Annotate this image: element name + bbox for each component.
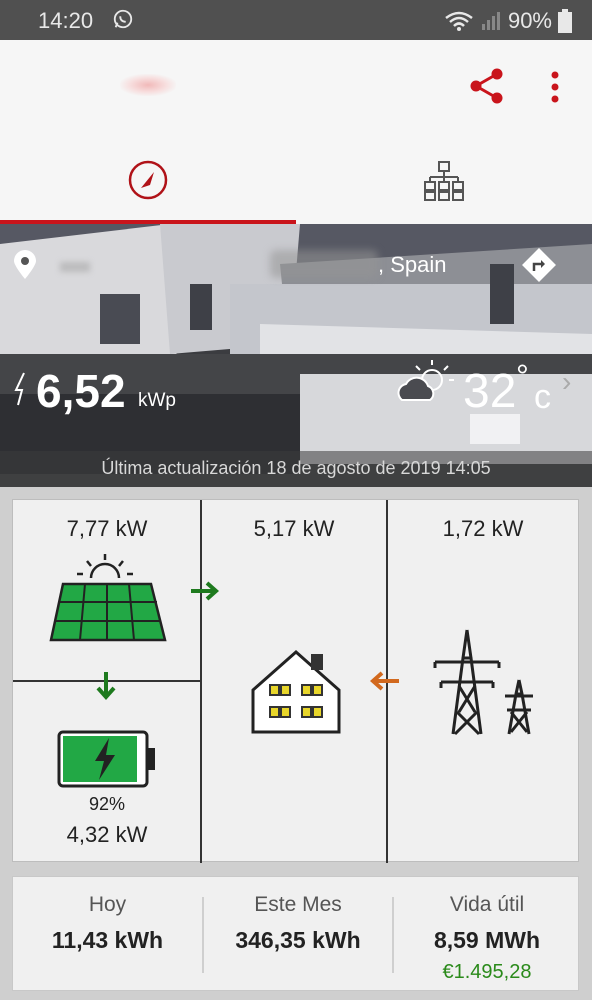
battery-percent: 92%: [88, 794, 126, 814]
stat-money: €1.495,28: [442, 961, 532, 983]
battery-percent: 90%: [507, 8, 552, 33]
share-icon[interactable]: [468, 66, 506, 106]
gauge-icon: [128, 160, 168, 200]
more-options-icon[interactable]: [542, 68, 568, 106]
location-text: , Spain: [378, 252, 447, 277]
stat-lifetime: Vida útil 8,59 MWh €1.495,28: [394, 877, 580, 992]
tab-bar: [0, 136, 592, 224]
house-icon: [251, 650, 341, 734]
stat-label: Vida útil: [449, 893, 525, 916]
power-pylon-icon: [433, 629, 533, 736]
directions-icon[interactable]: [522, 248, 556, 282]
wifi-icon: [445, 11, 473, 31]
temperature-unit: c: [534, 378, 551, 416]
hierarchy-icon: [424, 161, 464, 201]
battery-icon: [57, 730, 155, 788]
stat-today: Hoy 11,43 kWh: [13, 877, 202, 992]
stat-label: Hoy: [88, 893, 127, 916]
stat-value: 346,35 kWh: [235, 927, 361, 953]
last-update-text: Última actualización 18 de agosto de 201…: [101, 458, 491, 478]
solar-power-value: 7,77 kW: [66, 516, 148, 541]
signal-icon: [481, 12, 500, 30]
status-time: 14:20: [38, 8, 94, 33]
solar-panel-icon: [49, 554, 167, 642]
home-power-value: 5,17 kW: [253, 516, 335, 541]
arrow-down-icon: [96, 672, 116, 701]
app-logo: [120, 74, 176, 96]
tab-layout[interactable]: [296, 136, 592, 224]
battery-status-icon: [558, 9, 572, 33]
stat-value: 8,59 MWh: [433, 927, 541, 953]
energy-stats: Hoy 11,43 kWh Este Mes 346,35 kWh Vida ú…: [12, 876, 579, 991]
partly-cloudy-icon: [397, 360, 454, 401]
arrow-left-icon: [369, 671, 399, 691]
location-pin-icon: [14, 250, 36, 279]
temperature-value: 32: [463, 365, 517, 418]
next-chevron-icon[interactable]: ›: [562, 366, 571, 398]
arrow-right-icon: [191, 581, 220, 601]
stat-value: 11,43 kWh: [51, 927, 164, 953]
whatsapp-icon: [113, 9, 133, 29]
peak-power-value: 6,52: [36, 365, 126, 417]
lightning-icon: [14, 372, 25, 406]
temperature-degree: °: [516, 358, 529, 394]
app-bar: [0, 40, 592, 136]
battery-power-value: 4,32 kW: [66, 822, 148, 847]
tab-dashboard[interactable]: [0, 136, 296, 224]
address-redacted: [270, 250, 378, 278]
location-redacted: [60, 262, 90, 272]
status-bar: 14:20 90%: [0, 0, 592, 40]
energy-flow-panel: 7,77 kW 5,17 kW 1,72 kW 92% 4,32 kW: [12, 499, 579, 863]
stat-month: Este Mes 346,35 kWh: [204, 877, 392, 992]
grid-power-value: 1,72 kW: [442, 516, 524, 541]
peak-power-unit: kWp: [138, 390, 176, 411]
stat-label: Este Mes: [254, 893, 342, 916]
